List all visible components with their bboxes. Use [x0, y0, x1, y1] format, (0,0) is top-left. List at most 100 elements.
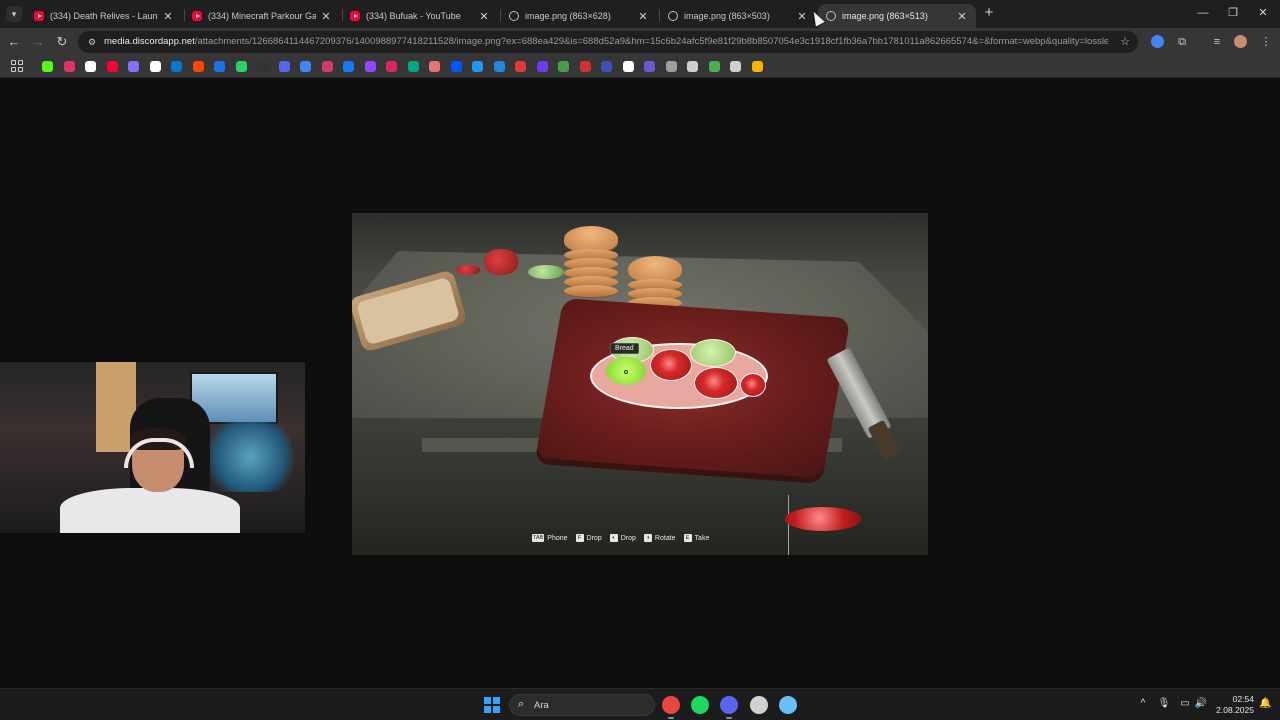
tomato-slice — [650, 349, 692, 381]
tab-search-button[interactable]: ▾ — [6, 6, 22, 22]
tab-title: (334) Minecraft Parkour Gamep — [208, 11, 316, 21]
close-icon[interactable]: ✕ — [796, 10, 808, 23]
bookmark-icon[interactable] — [708, 61, 720, 72]
network-icon[interactable]: ▭ — [1178, 698, 1192, 709]
crosshair-dot — [624, 370, 628, 374]
discord-icon[interactable] — [720, 696, 738, 719]
microphone-icon[interactable]: 🎙 — [1157, 698, 1171, 709]
mouse-right-icon: ◑ — [643, 534, 652, 542]
extensions-puzzle-icon[interactable]: ⧉ — [1174, 34, 1190, 50]
bookmark-icon[interactable] — [343, 61, 354, 72]
tab-title: image.png (863×513) — [842, 11, 928, 21]
bookmark-icon[interactable] — [257, 61, 268, 72]
bookmark-icon[interactable] — [128, 61, 139, 72]
tray-chevron-icon[interactable]: ^ — [1136, 698, 1150, 709]
bookmark-icon[interactable] — [42, 61, 53, 72]
bookmark-icon[interactable] — [730, 61, 741, 72]
bookmark-icon[interactable] — [214, 61, 225, 72]
browser-toolbar: ← → ↻ ⚙ media.discordapp.net/attachments… — [0, 28, 1280, 56]
bookmark-icon[interactable] — [558, 61, 569, 72]
steam-icon[interactable] — [779, 696, 797, 714]
address-bar[interactable]: ⚙ media.discordapp.net/attachments/12668… — [78, 31, 1138, 53]
bookmark-icon[interactable] — [149, 61, 161, 72]
media-controls-icon[interactable]: ≡ — [1209, 34, 1225, 50]
window-close-button[interactable]: ✕ — [1255, 5, 1271, 21]
close-icon[interactable]: ✕ — [320, 10, 332, 23]
tab-minecraft-parkour[interactable]: (334) Minecraft Parkour Gamep ✕ — [184, 4, 340, 28]
bookmark-icon[interactable] — [493, 61, 505, 72]
bookmark-icon[interactable] — [192, 61, 204, 72]
spotify-icon[interactable] — [691, 696, 709, 714]
bookmark-icon[interactable] — [364, 61, 376, 72]
close-icon[interactable]: ✕ — [478, 10, 490, 23]
back-button[interactable]: ← — [6, 34, 22, 50]
bookmark-icon[interactable] — [472, 61, 483, 72]
hint-label: Phone — [547, 534, 568, 542]
profile-avatar[interactable] — [1234, 35, 1247, 48]
bookmark-icon[interactable] — [644, 61, 655, 72]
tab-image-863x503[interactable]: image.png (863×503) ✕ — [660, 4, 816, 28]
bookmark-icon[interactable] — [579, 61, 591, 72]
reload-button[interactable]: ↻ — [54, 34, 70, 50]
taskbar-clock[interactable]: 02:54 2.08.2025 — [1206, 694, 1254, 716]
search-icon: ⌕ — [518, 698, 525, 710]
bookmark-icon[interactable] — [687, 61, 698, 72]
bookmark-icon[interactable] — [386, 61, 397, 72]
bookmarks-bar — [0, 56, 1280, 78]
search-placeholder: Ara — [534, 700, 549, 711]
bookmark-icon[interactable] — [63, 61, 75, 72]
bookmark-icon[interactable] — [235, 61, 247, 72]
bookmark-icon[interactable] — [450, 61, 462, 72]
bookmark-icon[interactable] — [751, 61, 763, 72]
tab-title: (334) Bufuak - YouTube — [366, 11, 461, 21]
windows-taskbar: ⌕ Ara ^ 🎙 ▭ 🔊 02:54 2.08.2025 🔔 — [0, 688, 1280, 720]
bookmark-icon[interactable] — [536, 61, 548, 72]
tab-death-relives[interactable]: (334) Death Relives - Launch Tr ✕ — [26, 4, 182, 28]
minimize-button[interactable]: — — [1195, 5, 1211, 21]
bookmark-icon[interactable] — [321, 61, 333, 72]
bookmark-icon[interactable] — [515, 61, 526, 72]
taskbar-search[interactable]: ⌕ Ara — [509, 694, 655, 716]
start-button[interactable] — [484, 697, 500, 713]
key-f: F — [575, 534, 584, 542]
youtube-icon — [34, 11, 44, 21]
tab-image-863x513[interactable]: image.png (863×513) ✕ — [818, 4, 976, 28]
apps-grid-icon[interactable] — [11, 60, 23, 72]
bookmark-icon[interactable] — [85, 61, 96, 72]
bookmark-icon[interactable] — [407, 61, 419, 72]
url-text[interactable]: media.discordapp.net/attachments/1266864… — [104, 36, 1108, 47]
tomato-slice — [694, 367, 738, 399]
forward-button[interactable]: → — [30, 34, 46, 50]
bookmark-icon[interactable] — [278, 61, 290, 72]
tab-bufuak[interactable]: (334) Bufuak - YouTube ✕ — [342, 4, 498, 28]
close-icon[interactable]: ✕ — [956, 10, 968, 23]
chatgpt-icon[interactable] — [750, 696, 768, 714]
close-icon[interactable]: ✕ — [637, 10, 649, 23]
webcam-overlay — [0, 362, 305, 533]
restore-button[interactable]: ❐ — [1225, 5, 1241, 21]
new-tab-button[interactable]: + — [981, 5, 997, 21]
site-info-icon[interactable]: ⚙ — [86, 36, 98, 48]
hint-drop: F Drop — [575, 534, 602, 542]
close-icon[interactable]: ✕ — [162, 10, 174, 23]
menu-icon[interactable]: ⋮ — [1258, 34, 1274, 50]
bookmark-icon[interactable] — [665, 61, 677, 72]
bookmark-icon[interactable] — [300, 61, 311, 72]
bookmark-icon[interactable] — [601, 61, 612, 72]
youtube-icon — [192, 11, 202, 21]
bookmark-icon[interactable] — [429, 61, 440, 72]
bookmark-icon[interactable] — [106, 61, 118, 72]
chrome-icon[interactable] — [662, 696, 680, 719]
tab-image-863x628[interactable]: image.png (863×628) ✕ — [501, 4, 657, 28]
youtube-icon — [350, 11, 360, 21]
bookmark-star-icon[interactable]: ☆ — [1120, 35, 1130, 48]
control-hints: TAB Phone F Drop ◐ Drop ◑ Rotate E Take — [532, 534, 709, 542]
extension-icon[interactable] — [1151, 35, 1164, 48]
bookmark-icon[interactable] — [171, 61, 182, 72]
meat-chunk — [484, 249, 518, 275]
bun-stack-small — [628, 256, 682, 309]
streamer — [60, 428, 240, 533]
notification-bell-icon[interactable]: 🔔 — [1259, 698, 1271, 709]
hint-label: Take — [694, 534, 710, 542]
bookmark-icon[interactable] — [622, 61, 634, 72]
